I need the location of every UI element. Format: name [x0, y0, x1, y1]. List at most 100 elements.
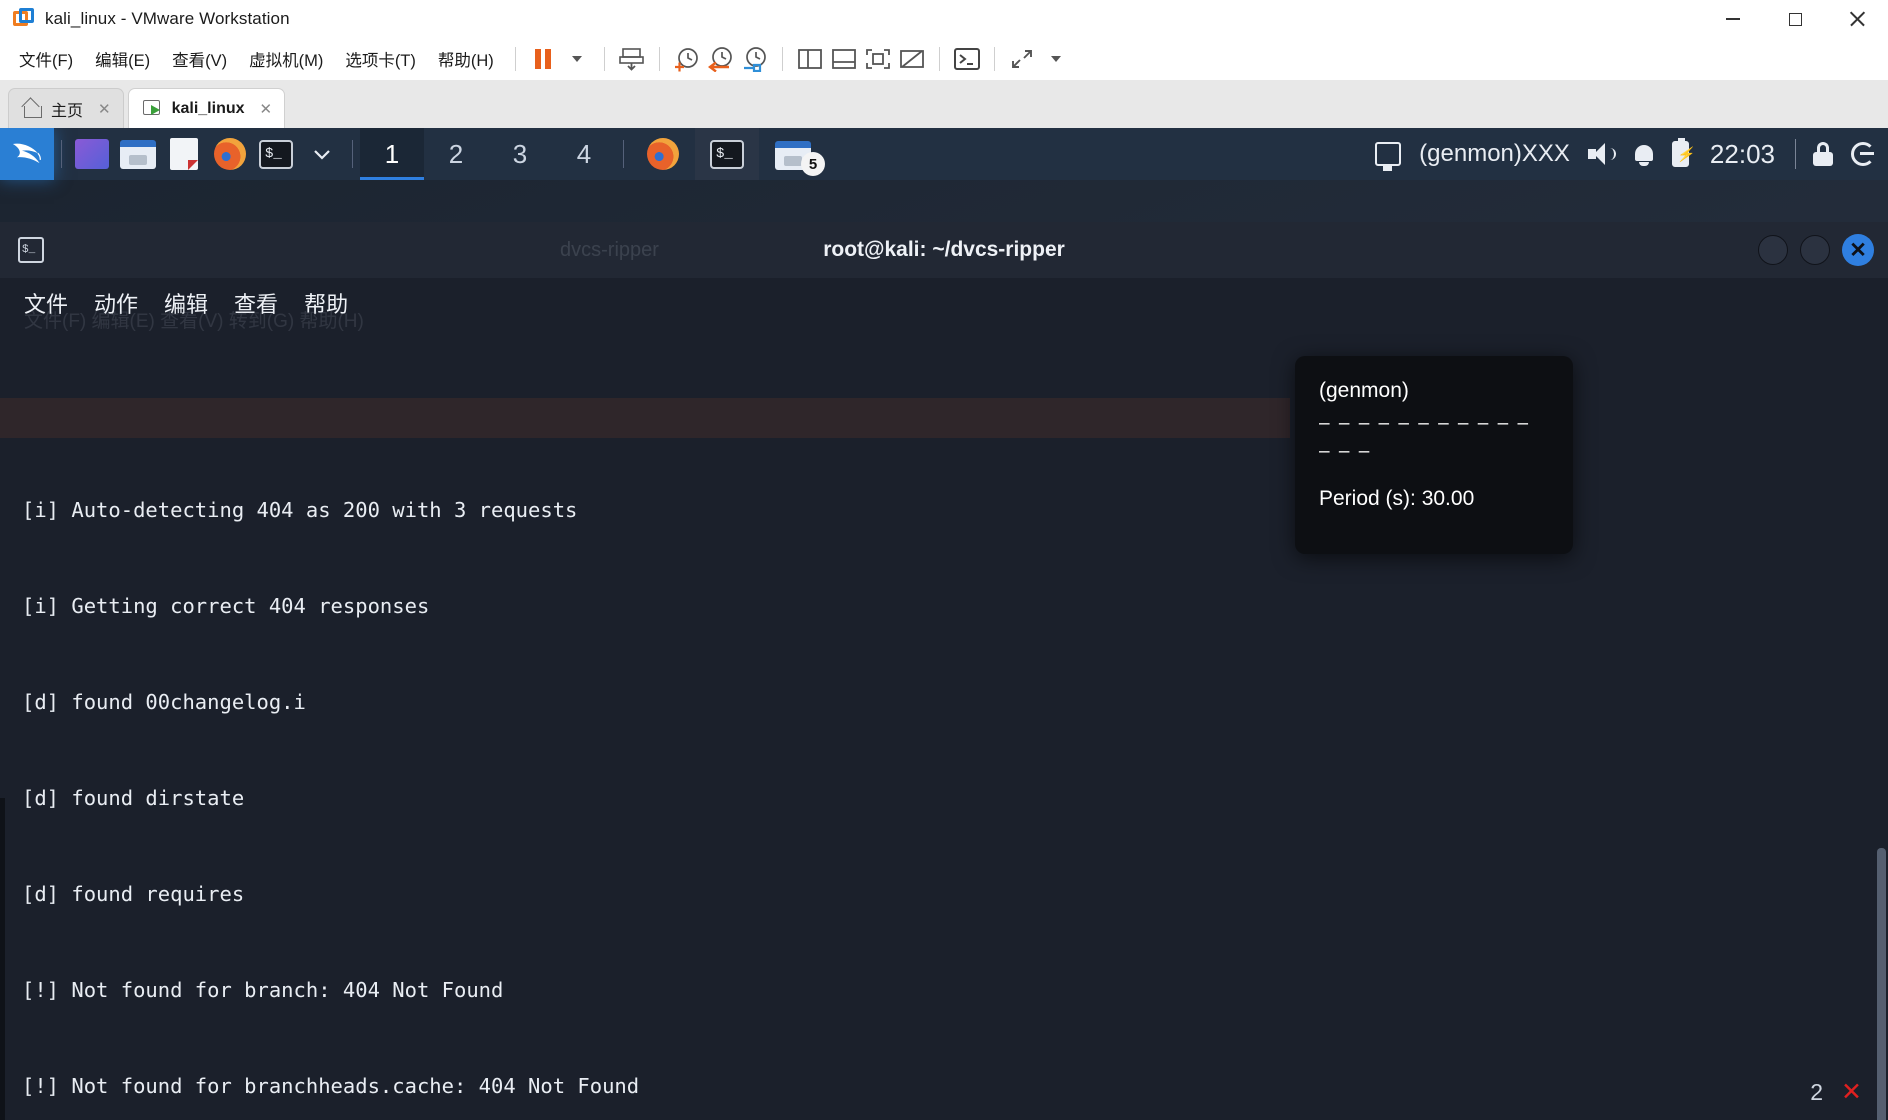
- workspace-4[interactable]: 4: [552, 128, 616, 180]
- vmware-menubar: 文件(F) 编辑(E) 查看(V) 虚拟机(M) 选项卡(T) 帮助(H): [0, 38, 1888, 80]
- toolbar-separator-4: [781, 47, 783, 71]
- root-warning-band: [0, 398, 1290, 438]
- menu-help[interactable]: 帮助(H): [427, 43, 505, 75]
- minimize-button[interactable]: [1702, 0, 1764, 38]
- kali-dragon-icon: [12, 143, 41, 164]
- taskbar-terminal[interactable]: $_: [695, 128, 759, 180]
- tab-kali-linux-close-icon[interactable]: ✕: [260, 100, 273, 118]
- menu-vm[interactable]: 虚拟机(M): [238, 43, 334, 75]
- terminal-menubar: 文件(F) 编辑(E) 查看(V) 转到(G) 帮助(H) 文件 动作 编辑 查…: [0, 278, 1888, 332]
- launcher-terminal[interactable]: $_: [253, 128, 299, 180]
- taskbar-files[interactable]: 5: [759, 128, 825, 180]
- panel-separator: [61, 140, 62, 168]
- genmon-tooltip-period: Period (s): 30.00: [1319, 486, 1475, 510]
- maximize-button[interactable]: [1764, 0, 1826, 38]
- menu-tabs[interactable]: 选项卡(T): [334, 43, 427, 75]
- launcher-dropdown[interactable]: [299, 128, 345, 180]
- menu-file[interactable]: 文件(F): [8, 43, 84, 75]
- terminal-line: [!] Not found for branchheads.cache: 404…: [22, 1074, 640, 1098]
- fullscreen-caret-icon[interactable]: [1039, 44, 1073, 74]
- genmon-tooltip-title: (genmon): [1319, 379, 1409, 402]
- genmon-plugin[interactable]: (genmon)XXX: [1410, 128, 1579, 180]
- workspace-1[interactable]: 1: [360, 128, 424, 180]
- no-display-icon[interactable]: [895, 44, 929, 74]
- clock[interactable]: 22:03: [1698, 139, 1787, 170]
- window-controls: [1702, 0, 1888, 38]
- tab-home-label: 主页: [51, 102, 84, 120]
- toolbar-separator-5: [938, 47, 940, 71]
- vmware-logo-icon: [13, 7, 35, 30]
- xfce-panel: $_ 1 2 3 4 $_ 5 (genmon)XXX ⚡ 22:03: [0, 128, 1888, 180]
- manage-snapshots-icon[interactable]: [738, 44, 772, 74]
- show-console-icon[interactable]: [827, 44, 861, 74]
- lock-icon[interactable]: [1804, 128, 1842, 180]
- terminal-window-controls: ✕: [1758, 234, 1874, 266]
- terminal-close-button[interactable]: ✕: [1842, 234, 1874, 266]
- battery-charging-icon[interactable]: ⚡: [1663, 128, 1698, 180]
- terminal-left-strip: [0, 798, 5, 1120]
- terminal-line: [!] Not found for branch: 404 Not Found: [22, 978, 504, 1002]
- revert-snapshot-icon[interactable]: [704, 44, 738, 74]
- pause-icon[interactable]: [526, 44, 560, 74]
- tray-separator: [1795, 139, 1796, 169]
- menu-view[interactable]: 查看(V): [161, 43, 238, 75]
- toolbar-separator-6: [993, 47, 995, 71]
- folder-icon: [120, 139, 156, 169]
- tab-home[interactable]: 主页 ✕: [8, 88, 124, 128]
- terminal-output[interactable]: [i] Auto-detecting 404 as 200 with 3 req…: [0, 328, 1888, 1120]
- menu-edit[interactable]: 编辑(E): [84, 43, 161, 75]
- dropdown-caret-icon[interactable]: [560, 44, 594, 74]
- kali-menu-button[interactable]: [0, 128, 54, 180]
- fullscreen-icon[interactable]: [1005, 44, 1039, 74]
- terminal-line: [i] Getting correct 404 responses: [22, 594, 430, 618]
- kali-desktop: hg-decode.pl LICENSE README.md rip-bzr.p…: [0, 128, 1888, 1120]
- take-snapshot-icon[interactable]: [670, 44, 704, 74]
- tab-kali-linux[interactable]: kali_linux ✕: [127, 88, 286, 128]
- terminal-title: root@kali: ~/dvcs-ripper: [823, 238, 1065, 261]
- genmon-tooltip-divider: – – – – – – – – – – – – – –: [1319, 413, 1531, 462]
- toolbar-separator: [514, 47, 516, 71]
- panel-separator-3: [623, 140, 624, 168]
- send-ctrl-alt-del-icon[interactable]: [615, 44, 649, 74]
- tab-kali-linux-label: kali_linux: [171, 99, 245, 117]
- terminal-icon: $_: [710, 139, 744, 169]
- show-sidebar-icon[interactable]: [793, 44, 827, 74]
- console-view-icon[interactable]: [950, 44, 984, 74]
- vmware-titlebar: kali_linux - VMware Workstation: [0, 0, 1888, 38]
- desktop-ghost-label: dvcs-ripper: [560, 238, 659, 261]
- terminal-maximize-button[interactable]: [1800, 235, 1830, 265]
- chevron-down-icon: [314, 150, 330, 160]
- panel-separator-2: [352, 140, 353, 168]
- workspace-3[interactable]: 3: [488, 128, 552, 180]
- tab-home-close-icon[interactable]: ✕: [98, 100, 111, 118]
- terminal-titlebar[interactable]: $_ dvcs-ripper root@kali: ~/dvcs-ripper …: [0, 222, 1888, 278]
- vm-tab-icon: [142, 99, 163, 118]
- workspace-2[interactable]: 2: [424, 128, 488, 180]
- terminal-icon: $_: [259, 139, 293, 169]
- bell-icon[interactable]: [1625, 128, 1663, 180]
- display-icon[interactable]: [1366, 128, 1410, 180]
- fit-guest-icon[interactable]: [861, 44, 895, 74]
- terminal-scrollbar-thumb[interactable]: [1877, 848, 1886, 1120]
- window-title: kali_linux - VMware Workstation: [45, 8, 290, 28]
- terminal-line: [i] Auto-detecting 404 as 200 with 3 req…: [22, 498, 578, 522]
- terminal-scrollbar[interactable]: [1877, 328, 1886, 1120]
- terminal-window: $_ dvcs-ripper root@kali: ~/dvcs-ripper …: [0, 222, 1888, 1120]
- volume-icon[interactable]: [1579, 128, 1625, 180]
- launcher-terminal-emulator[interactable]: [69, 128, 115, 180]
- terminal-icon: $_: [18, 237, 44, 263]
- home-icon: [23, 99, 42, 118]
- terminal-tab-close-icon[interactable]: ✕: [1841, 1076, 1862, 1108]
- taskbar-files-badge: 5: [801, 152, 825, 176]
- purple-app-icon: [75, 139, 109, 169]
- taskbar-firefox[interactable]: [631, 128, 695, 180]
- terminal-line: [d] found 00changelog.i: [22, 690, 306, 714]
- launcher-firefox[interactable]: [207, 128, 253, 180]
- system-tray: (genmon)XXX ⚡ 22:03: [1366, 128, 1888, 180]
- power-icon[interactable]: [1842, 128, 1884, 180]
- screen-root: kali_linux - VMware Workstation 文件(F) 编辑…: [0, 0, 1888, 1120]
- launcher-text-editor[interactable]: [161, 128, 207, 180]
- close-button[interactable]: [1826, 0, 1888, 38]
- launcher-file-manager[interactable]: [115, 128, 161, 180]
- terminal-minimize-button[interactable]: [1758, 235, 1788, 265]
